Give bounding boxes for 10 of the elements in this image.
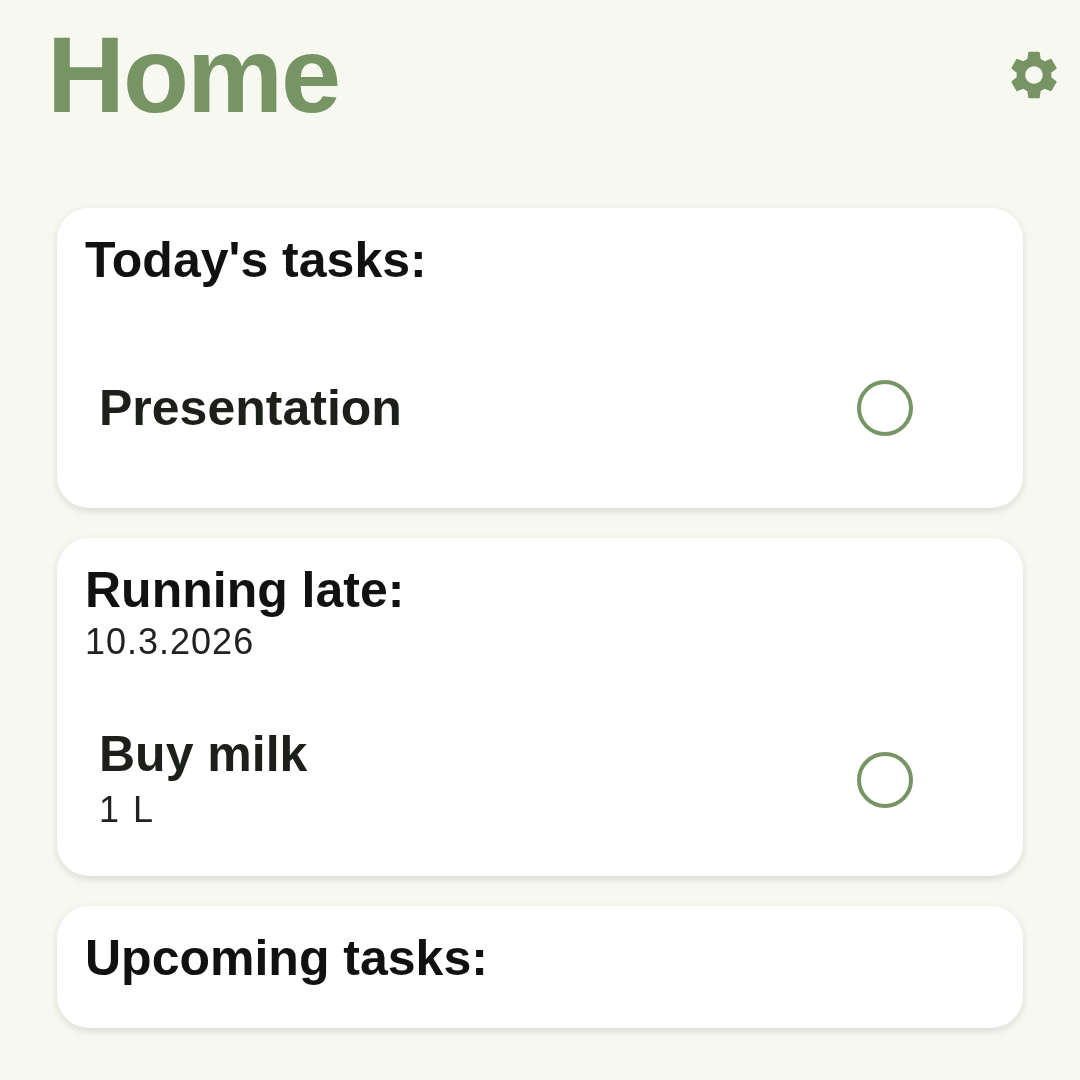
task-checkbox[interactable] xyxy=(857,380,913,436)
task-checkbox[interactable] xyxy=(857,752,913,808)
task-note: 1 L xyxy=(99,788,157,832)
task-name: Buy milk xyxy=(99,725,308,784)
section-title: Upcoming tasks: xyxy=(85,929,489,988)
section-title: Today's tasks: xyxy=(85,231,428,290)
page-title: Home xyxy=(47,21,340,129)
section-date: 10.3.2026 xyxy=(85,620,256,664)
section-title: Running late: xyxy=(85,561,406,620)
task-name: Presentation xyxy=(99,379,402,438)
